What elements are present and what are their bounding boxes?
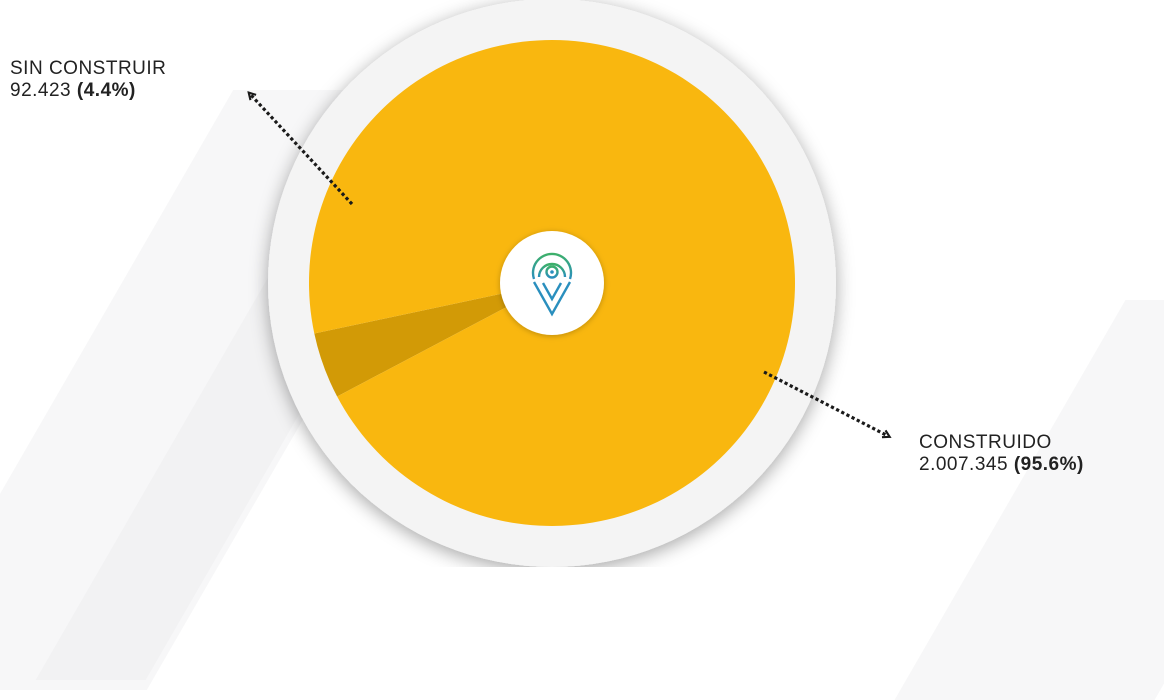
slice-percent: (4.4%) — [76, 80, 136, 101]
label-sin-construir: SIN CONSTRUIR 92.423 (4.4%) — [10, 58, 166, 102]
slice-label: SIN CONSTRUIR — [10, 58, 167, 79]
pie-chart — [0, 0, 1164, 567]
slice-value: 2.007.345 — [919, 454, 1009, 475]
slice-value: 92.423 — [10, 80, 72, 101]
slice-label: CONSTRUIDO — [919, 432, 1052, 453]
slice-percent: (95.6%) — [1013, 454, 1084, 475]
center-disc — [500, 231, 604, 335]
label-construido: CONSTRUIDO 2.007.345 (95.6%) — [919, 432, 1084, 476]
